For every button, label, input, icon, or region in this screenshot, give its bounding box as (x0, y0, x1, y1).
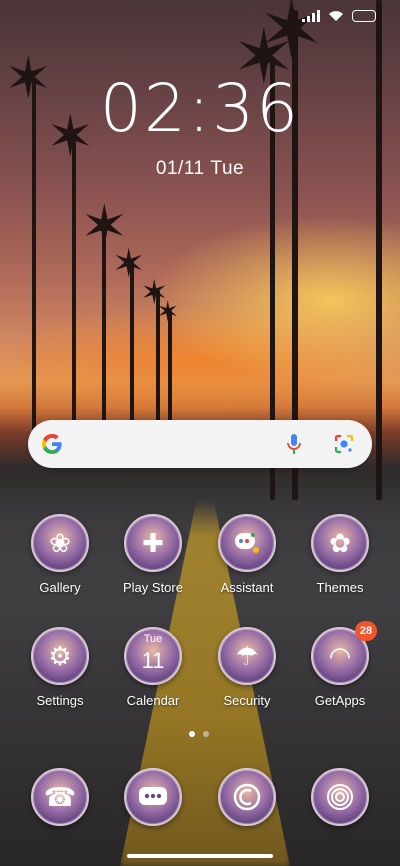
app-settings[interactable]: ⚙ Settings (12, 627, 108, 708)
camera-icon (311, 768, 369, 826)
app-play-store[interactable]: ✚ Play Store (105, 514, 201, 595)
flower-icon: ✿ (311, 514, 369, 572)
app-label: GetApps (314, 693, 366, 708)
assistant-icon (218, 514, 276, 572)
app-label: Security (223, 693, 271, 708)
app-label: Settings (36, 693, 84, 708)
google-g-icon (42, 434, 62, 454)
cell-signal-icon (302, 10, 320, 22)
dock-camera[interactable] (292, 768, 388, 826)
calendar-icon: Tue 11 (124, 627, 182, 685)
app-label: Assistant (220, 580, 274, 595)
calendar-day: 11 (141, 648, 165, 673)
phone-icon: ☎ (31, 768, 89, 826)
home-gesture-bar[interactable] (127, 854, 273, 858)
app-gallery[interactable]: ❀ Gallery (12, 514, 108, 595)
browser-icon (218, 768, 276, 826)
umbrella-icon: ☂ (218, 627, 276, 685)
dock-messages[interactable] (105, 768, 201, 826)
google-search-bar[interactable] (28, 420, 372, 468)
messages-icon (124, 768, 182, 826)
app-assistant[interactable]: Assistant (199, 514, 295, 595)
notification-badge: 28 (355, 621, 377, 641)
page-indicator (189, 731, 209, 737)
app-label: Themes (316, 580, 364, 595)
clock-time[interactable]: 02:36 (0, 76, 400, 142)
app-themes[interactable]: ✿ Themes (292, 514, 388, 595)
app-getapps[interactable]: ◠ 28 GetApps (292, 621, 388, 708)
puzzle-icon: ✚ (124, 514, 182, 572)
app-security[interactable]: ☂ Security (199, 627, 295, 708)
dock-browser[interactable] (199, 768, 295, 826)
gallery-icon: ❀ (31, 514, 89, 572)
dock-phone[interactable]: ☎ (12, 768, 108, 826)
app-label: Play Store (123, 580, 183, 595)
gears-icon: ⚙ (31, 627, 89, 685)
status-bar (302, 10, 376, 22)
google-lens-icon[interactable] (332, 432, 356, 456)
calendar-weekday: Tue (143, 633, 163, 645)
page-dot (203, 731, 209, 737)
voice-search-icon[interactable] (286, 432, 302, 456)
battery-icon (352, 10, 376, 22)
date-label: 01/11 (155, 158, 205, 179)
app-label: Gallery (39, 580, 81, 595)
page-dot-active (189, 731, 195, 737)
app-label: Calendar (126, 693, 180, 708)
wifi-icon (329, 11, 343, 21)
clock-date[interactable]: 01/11 Tue (0, 158, 400, 180)
weekday-label: Tue (210, 158, 245, 179)
getapps-icon: ◠ 28 (311, 621, 377, 685)
app-calendar[interactable]: Tue 11 Calendar (105, 627, 201, 708)
